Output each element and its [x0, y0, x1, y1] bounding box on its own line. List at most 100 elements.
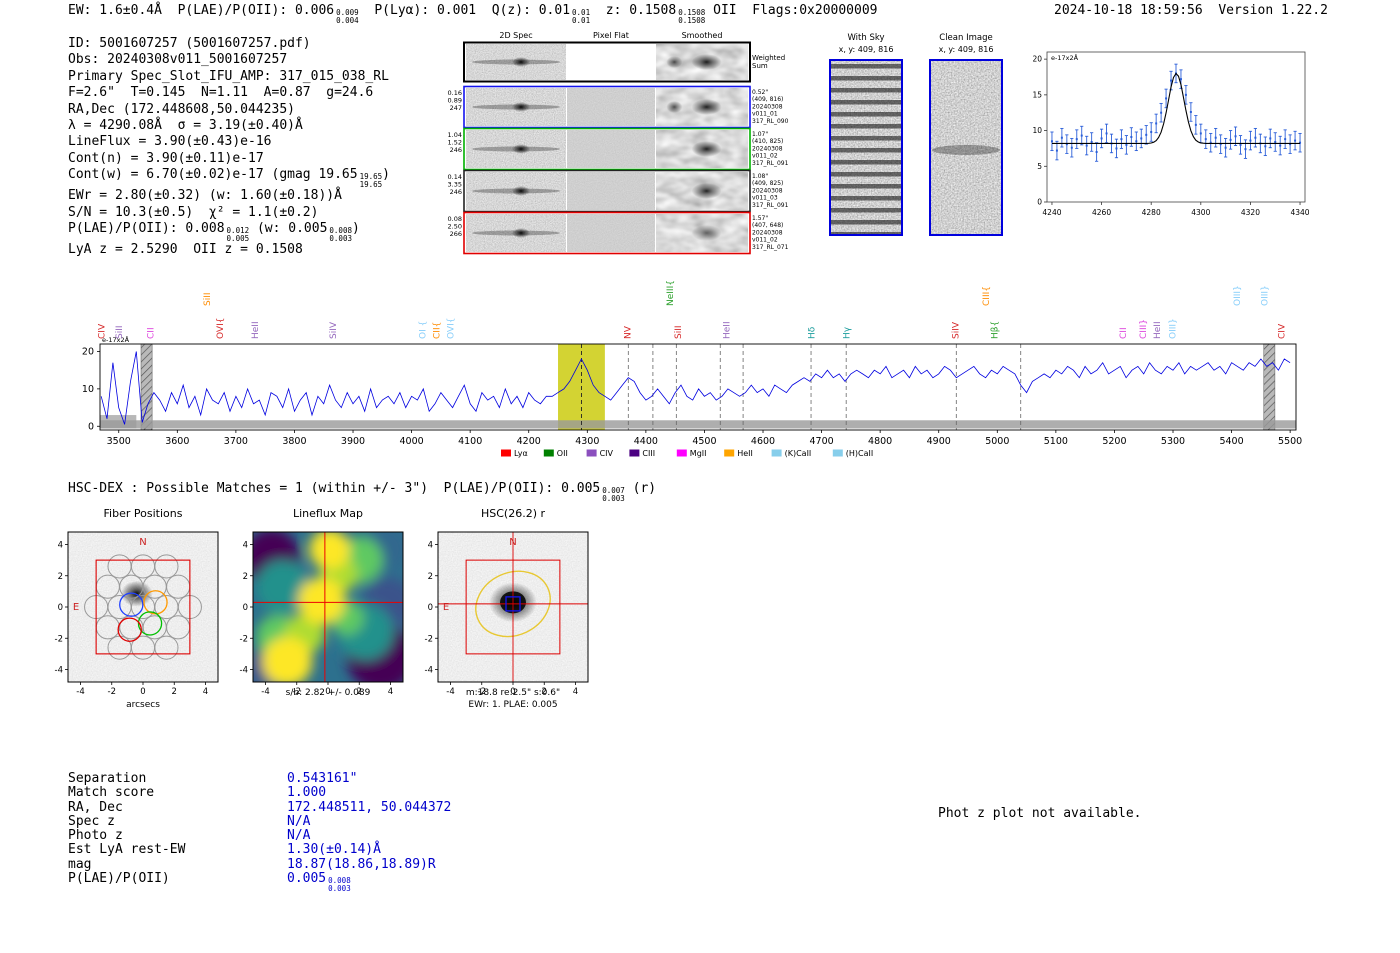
- svg-text:Clean Image: Clean Image: [939, 33, 992, 43]
- text-segment: Primary Spec_Slot_IFU_AMP: 317_015_038_R…: [68, 69, 389, 84]
- info-line: RA,Dec (172.448608,50.044235): [68, 102, 390, 118]
- match-table-row: Spec zN/A: [68, 815, 185, 829]
- legend-swatch: [587, 450, 597, 457]
- svg-text:0: 0: [140, 687, 145, 697]
- svg-text:4900: 4900: [927, 436, 951, 447]
- info-line: Primary Spec_Slot_IFU_AMP: 317_015_038_R…: [68, 69, 390, 85]
- info-line: EWr = 2.80(±0.32) (w: 1.60(±0.18))Å: [68, 188, 390, 204]
- emission-line-label: OIII}: [1168, 318, 1178, 339]
- svg-text:-2: -2: [55, 634, 63, 644]
- svg-text:-4: -4: [55, 666, 63, 676]
- svg-text:2: 2: [428, 572, 433, 582]
- svg-text:20240308: 20240308: [752, 229, 783, 236]
- svg-text:-4: -4: [76, 687, 84, 697]
- detection-info-block: ID: 5001607257 (5001607257.pdf)Obs: 2024…: [68, 36, 390, 258]
- text-segment: Obs: 20240308v011_5001607257: [68, 52, 287, 67]
- full-spectrum-plot: 3500360037003800390040004100420043004400…: [0, 255, 1400, 467]
- emission-line-label: SiII: [203, 292, 213, 306]
- svg-text:-4: -4: [261, 687, 269, 697]
- text-segment: EWr = 2.80(±0.32) (w: 1.60(±0.18))Å: [68, 188, 342, 203]
- emission-line-label: SiII: [674, 325, 684, 339]
- svg-text:4200: 4200: [517, 436, 541, 447]
- svg-text:Sum: Sum: [752, 62, 768, 70]
- info-line: ID: 5001607257 (5001607257.pdf): [68, 36, 390, 52]
- svg-text:15: 15: [1032, 90, 1042, 99]
- emission-line-label: CIV: [98, 323, 108, 339]
- svg-text:0: 0: [243, 603, 248, 613]
- spectrum-line: [101, 352, 1290, 425]
- text-segment: z:: [590, 3, 629, 18]
- svg-text:0: 0: [428, 603, 433, 613]
- svg-text:N: N: [509, 537, 516, 548]
- emission-line-label: CII: [146, 327, 156, 339]
- match-row-label: Separation: [68, 771, 146, 786]
- text-segment: Cont(w) = 6.70(±0.02)e-17 (gmag 19.65: [68, 167, 358, 182]
- emission-line-label: Hγ: [843, 326, 853, 339]
- svg-text:-4: -4: [425, 666, 433, 676]
- match-row-value: 172.448511, 50.044372: [287, 801, 451, 815]
- emission-line-label: OIII}: [1260, 285, 1270, 306]
- value-main: 0.01: [539, 3, 570, 18]
- match-table-row: P(LAE)/P(OII)0.0050.0080.003: [68, 872, 185, 886]
- svg-text:4: 4: [58, 541, 63, 551]
- svg-text:0.52": 0.52": [752, 89, 768, 96]
- svg-text:Weighted: Weighted: [752, 54, 785, 62]
- emission-line-label: CII: [1119, 327, 1129, 339]
- svg-text:1.57": 1.57": [752, 215, 768, 222]
- info-line: Cont(n) = 3.90(±0.11)e-17: [68, 151, 390, 167]
- svg-text:317_RL_091: 317_RL_091: [752, 202, 789, 209]
- svg-text:3800: 3800: [282, 436, 306, 447]
- svg-text:317_RL_090: 317_RL_090: [752, 118, 789, 125]
- match-row-label: Photo z: [68, 828, 123, 843]
- svg-text:(H)CaII: (H)CaII: [846, 449, 873, 458]
- timestamp: 2024-10-18 18:59:56 Version 1.22.2: [1054, 3, 1328, 18]
- svg-text:v011_01: v011_01: [752, 111, 778, 118]
- svg-text:5000: 5000: [985, 436, 1009, 447]
- summary-header: EW: 1.6±0.4Å P(LAE)/P(OII): 0.0060.0090.…: [68, 3, 877, 24]
- svg-text:-4: -4: [446, 687, 454, 697]
- svg-text:4100: 4100: [458, 436, 482, 447]
- uncertainty-stack: 0.0080.003: [329, 227, 352, 242]
- svg-text:4500: 4500: [692, 436, 716, 447]
- svg-text:20: 20: [82, 346, 94, 357]
- text-segment: (r): [625, 481, 656, 496]
- svg-text:(407, 648): (407, 648): [752, 222, 783, 229]
- emission-line-label: OIII}: [1233, 285, 1243, 306]
- match-table-row: Photo zN/A: [68, 829, 185, 843]
- emission-line-fit-plot: 42404260428043004320434005101520e-17x2Å: [1005, 38, 1350, 218]
- svg-text:20240308: 20240308: [752, 103, 783, 110]
- svg-text:4320: 4320: [1241, 208, 1260, 217]
- svg-text:-2: -2: [425, 634, 433, 644]
- match-row-label: Est LyA rest-EW: [68, 842, 185, 857]
- match-row-value: 1.000: [287, 786, 326, 800]
- info-line: S/N = 10.3(±0.5) χ² = 1.1(±0.2): [68, 205, 390, 221]
- svg-text:5: 5: [1037, 162, 1042, 171]
- text-segment: (w:: [249, 221, 288, 236]
- legend-swatch: [724, 450, 734, 457]
- svg-text:e-17x2Å: e-17x2Å: [1051, 53, 1079, 62]
- svg-text:HSC(26.2) r: HSC(26.2) r: [481, 507, 546, 520]
- emission-line-label: NeIII{: [666, 280, 676, 306]
- svg-text:10: 10: [1032, 126, 1042, 135]
- svg-text:E: E: [73, 602, 79, 613]
- text-segment: RA,Dec (172.448608,50.044235): [68, 102, 295, 117]
- svg-text:Lineflux Map: Lineflux Map: [293, 507, 363, 520]
- svg-text:v011_02: v011_02: [752, 153, 778, 160]
- svg-text:4: 4: [428, 541, 433, 551]
- match-row-label: P(LAE)/P(OII): [68, 871, 170, 886]
- svg-text:4300: 4300: [575, 436, 599, 447]
- info-line: P(LAE)/P(OII): 0.0080.0120.005 (w: 0.005…: [68, 221, 390, 242]
- svg-text:0: 0: [58, 603, 63, 613]
- svg-text:246: 246: [450, 188, 462, 196]
- emission-line-label: SiIV: [329, 321, 339, 339]
- svg-text:MgII: MgII: [690, 449, 707, 458]
- svg-text:OII: OII: [557, 449, 568, 458]
- match-row-value: 18.87(18.86,18.89)R: [287, 858, 436, 872]
- svg-text:CIV: CIV: [600, 449, 614, 458]
- svg-text:3900: 3900: [341, 436, 365, 447]
- svg-text:0: 0: [1037, 198, 1042, 207]
- value-main: 0.008: [185, 221, 224, 236]
- text-segment: OII Flags:0x20000009: [705, 3, 877, 18]
- info-line: λ = 4290.08Å σ = 3.19(±0.40)Å: [68, 118, 390, 134]
- match-row-label: RA, Dec: [68, 800, 123, 815]
